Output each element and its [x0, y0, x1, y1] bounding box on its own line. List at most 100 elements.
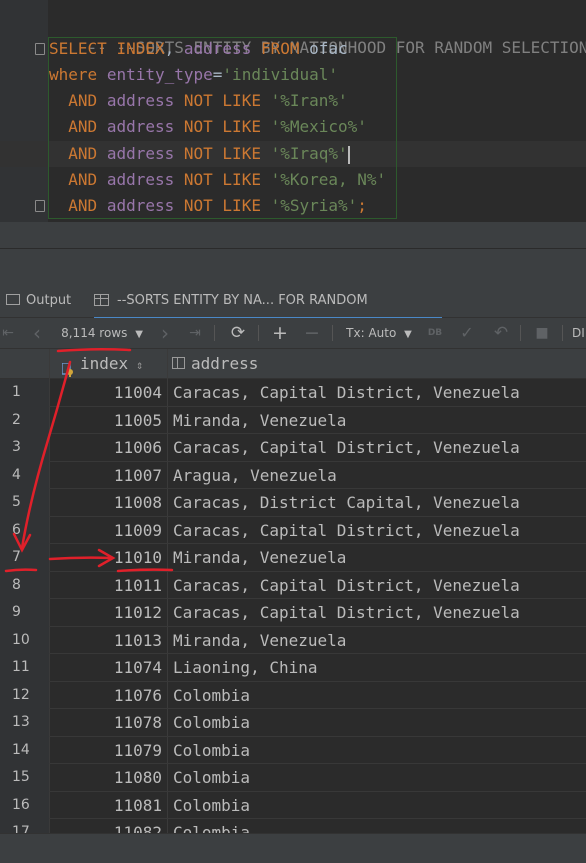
cell-address[interactable]: Colombia [168, 819, 250, 833]
row-number[interactable]: 1 [0, 379, 49, 407]
row-number[interactable]: 15 [0, 764, 49, 792]
ddl-button[interactable]: DI [572, 318, 586, 348]
cell-index[interactable]: 11007 [50, 462, 167, 489]
fold-marker-icon[interactable] [35, 43, 45, 55]
table-row[interactable]: 4 11007 Aragua, Venezuela [0, 461, 586, 489]
last-page-icon[interactable]: ⇥ [186, 318, 204, 348]
cell-index[interactable]: 11074 [50, 654, 167, 681]
prev-page-icon[interactable]: ‹ [28, 318, 46, 348]
cell-index[interactable]: 11009 [50, 517, 167, 544]
fold-marker-icon[interactable] [35, 200, 45, 212]
table-row[interactable]: 3 11006 Caracas, Capital District, Venezue… [0, 434, 586, 462]
table-row[interactable]: 6 11009 Caracas, Capital District, Venezue… [0, 516, 586, 544]
cell-address[interactable]: Caracas, Capital District, Venezuela [168, 572, 520, 599]
result-grid[interactable]: index ⇕ address 1 11004 Caracas, Capital Di… [0, 349, 586, 833]
table-row[interactable]: 8 11011 Caracas, Capital District, Venezue… [0, 571, 586, 599]
code-line-select: SELECT INDEX, address FROM ofac [49, 36, 348, 62]
table-row[interactable]: 16 11081 Colombia [0, 791, 586, 819]
cell-index[interactable]: 11006 [50, 434, 167, 461]
services-tab-bar: Output --SORTS ENTITY BY NA... FOR RANDO… [0, 286, 586, 339]
row-number[interactable]: 14 [0, 736, 49, 764]
rollback-icon[interactable]: ↶ [490, 318, 512, 348]
row-number[interactable]: 10 [0, 626, 49, 654]
transaction-mode-selector[interactable]: Tx: Auto ▼ [344, 318, 414, 348]
table-row[interactable]: 1 11004 Caracas, Capital District, Venezue… [0, 379, 586, 407]
cell-index[interactable]: 11008 [50, 489, 167, 516]
cell-address[interactable]: Caracas, Capital District, Venezuela [168, 434, 520, 461]
cell-index[interactable]: 11005 [50, 407, 167, 434]
row-number[interactable]: 16 [0, 791, 49, 819]
cell-index[interactable]: 11081 [50, 792, 167, 819]
row-number[interactable]: 4 [0, 461, 49, 489]
cell-address[interactable]: Colombia [168, 764, 250, 791]
cell-address[interactable]: Caracas, Capital District, Venezuela [168, 599, 520, 626]
cell-address[interactable]: Colombia [168, 792, 250, 819]
cell-index[interactable]: 11010 [50, 544, 167, 571]
table-row[interactable]: 17 11082 Colombia [0, 819, 586, 833]
table-row[interactable]: 14 11079 Colombia [0, 736, 586, 764]
cell-index[interactable]: 11076 [50, 682, 167, 709]
row-number[interactable]: 5 [0, 489, 49, 517]
toolbar-separator [332, 325, 333, 341]
row-number[interactable]: 17 [0, 819, 49, 833]
row-number[interactable]: 13 [0, 709, 49, 737]
row-number[interactable]: 9 [0, 599, 49, 627]
table-row[interactable]: 7 11010 Miranda, Venezuela [0, 544, 586, 572]
cell-address[interactable]: Colombia [168, 709, 250, 736]
table-row[interactable]: 2 11005 Miranda, Venezuela [0, 406, 586, 434]
rows-count-selector[interactable]: 8,114 rows ▼ [56, 318, 148, 348]
refresh-icon[interactable]: ⟳ [228, 318, 248, 348]
cell-index[interactable]: 11080 [50, 764, 167, 791]
cell-address[interactable]: Colombia [168, 737, 250, 764]
row-number[interactable]: 2 [0, 406, 49, 434]
cell-index[interactable]: 11011 [50, 572, 167, 599]
cell-address[interactable]: Aragua, Venezuela [168, 462, 337, 489]
row-number[interactable]: 7 [0, 544, 49, 572]
cell-address[interactable]: Miranda, Venezuela [168, 544, 346, 571]
cell-index[interactable]: 11013 [50, 627, 167, 654]
table-row[interactable]: 13 11078 Colombia [0, 709, 586, 737]
cell-address[interactable]: Miranda, Venezuela [168, 627, 346, 654]
row-number[interactable]: 8 [0, 571, 49, 599]
cell-address[interactable]: Caracas, Capital District, Venezuela [168, 379, 520, 406]
tab-result[interactable]: --SORTS ENTITY BY NA... FOR RANDOM SELEC… [94, 286, 442, 339]
cell-index[interactable]: 11079 [50, 737, 167, 764]
panel-splitter[interactable] [0, 222, 586, 286]
cell-index[interactable]: 11082 [50, 819, 167, 833]
db-icon[interactable]: DB [424, 318, 446, 348]
table-row[interactable]: 10 11013 Miranda, Venezuela [0, 626, 586, 654]
row-number[interactable]: 12 [0, 681, 49, 709]
cell-index[interactable]: 11012 [50, 599, 167, 626]
pattern-string: '%Iraq%' [270, 144, 348, 163]
table-row[interactable]: 11 11074 Liaoning, China [0, 654, 586, 682]
cell-address[interactable]: Colombia [168, 682, 250, 709]
cell-address[interactable]: Miranda, Venezuela [168, 407, 346, 434]
next-page-icon[interactable]: › [156, 318, 174, 348]
cell-index[interactable]: 11004 [50, 379, 167, 406]
tab-output[interactable]: Output [6, 286, 71, 317]
result-toolbar: ⇤ ‹ 8,114 rows ▼ › ⇥ ⟳ + − Tx: Auto ▼ DB… [0, 318, 586, 349]
table-row[interactable]: 15 11080 Colombia [0, 764, 586, 792]
sort-icon[interactable]: ⇕ [136, 358, 143, 372]
sql-editor[interactable]: -- --SORTS ENTITY BY NATIONHOOD FOR RAND… [0, 0, 586, 222]
cell-index[interactable]: 11078 [50, 709, 167, 736]
value-individual: 'individual' [222, 65, 339, 84]
column-header-index[interactable]: index ⇕ [61, 349, 143, 378]
cell-address[interactable]: Liaoning, China [168, 654, 318, 681]
commit-icon[interactable]: ✓ [456, 318, 478, 348]
kw-and: AND [68, 170, 98, 189]
cell-address[interactable]: Caracas, Capital District, Venezuela [168, 517, 520, 544]
row-number[interactable]: 6 [0, 516, 49, 544]
code-line-where: where entity_type='individual' [49, 62, 338, 88]
stop-icon[interactable]: ■ [532, 318, 552, 348]
table-row[interactable]: 12 11076 Colombia [0, 681, 586, 709]
add-row-icon[interactable]: + [270, 318, 290, 348]
row-number[interactable]: 11 [0, 654, 49, 682]
row-number[interactable]: 3 [0, 434, 49, 462]
table-row[interactable]: 5 11008 Caracas, District Capital, Venezue… [0, 489, 586, 517]
first-page-icon[interactable]: ⇤ [0, 318, 16, 348]
table-row[interactable]: 9 11012 Caracas, Capital District, Venezue… [0, 599, 586, 627]
cell-address[interactable]: Caracas, District Capital, Venezuela [168, 489, 520, 516]
remove-row-icon[interactable]: − [302, 318, 322, 348]
column-header-address[interactable]: address [172, 349, 258, 378]
